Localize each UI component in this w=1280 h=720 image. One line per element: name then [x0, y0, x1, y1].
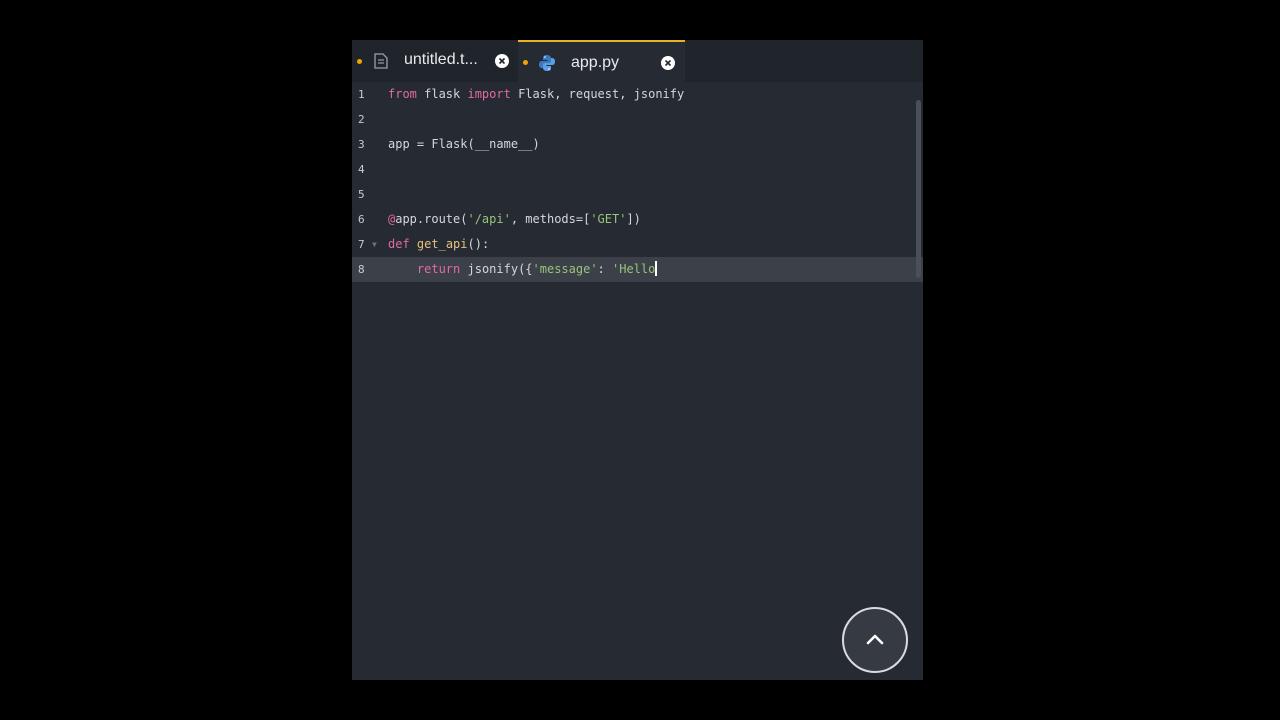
code-line[interactable]: 3 app = Flask(__name__) [352, 132, 923, 157]
close-icon[interactable] [495, 54, 509, 68]
code-text: @app.route('/api', methods=['GET']) [388, 212, 641, 226]
code-line[interactable]: 1 from flask import Flask, request, json… [352, 82, 923, 107]
fold-arrow-icon[interactable]: ▼ [372, 232, 377, 257]
tab-app-py[interactable]: app.py [518, 40, 685, 82]
line-number: 5 [358, 188, 365, 201]
chevron-up-icon [866, 634, 884, 645]
text-cursor [655, 261, 658, 276]
code-text: app = Flask(__name__) [388, 137, 540, 151]
tab-bar: untitled.t... app.py [352, 40, 923, 82]
tab-label: untitled.t... [404, 51, 478, 68]
code-text: def get_api(): [388, 237, 490, 251]
line-number: 6 [358, 213, 365, 226]
python-icon [539, 55, 555, 71]
code-line[interactable]: 2 [352, 107, 923, 132]
line-number: 8 [358, 263, 365, 276]
code-text: return jsonify({'message': 'Hello [416, 261, 658, 276]
code-text: from flask import Flask, request, jsonif… [388, 87, 685, 101]
close-icon[interactable] [661, 56, 675, 70]
file-icon [374, 53, 388, 69]
line-number: 7 [358, 238, 365, 251]
tab-label: app.py [571, 54, 620, 71]
line-number: 2 [358, 113, 365, 126]
line-number: 4 [358, 163, 365, 176]
code-line-active[interactable]: 8 return jsonify({'message': 'Hello [352, 257, 923, 282]
modified-dot [357, 59, 362, 64]
editor-window: untitled.t... app.py 1 from flask import… [352, 40, 923, 680]
modified-dot [523, 60, 528, 65]
scroll-up-button[interactable] [842, 607, 908, 673]
code-line[interactable]: 4 [352, 157, 923, 182]
code-line[interactable]: 7 ▼ def get_api(): [352, 232, 923, 257]
scrollbar[interactable] [916, 100, 921, 278]
tab-untitled[interactable]: untitled.t... [352, 40, 518, 82]
line-number: 3 [358, 138, 365, 151]
code-editor[interactable]: 1 from flask import Flask, request, json… [352, 82, 923, 680]
code-line[interactable]: 6 @app.route('/api', methods=['GET']) [352, 207, 923, 232]
line-number: 1 [358, 88, 365, 101]
code-line[interactable]: 5 [352, 182, 923, 207]
